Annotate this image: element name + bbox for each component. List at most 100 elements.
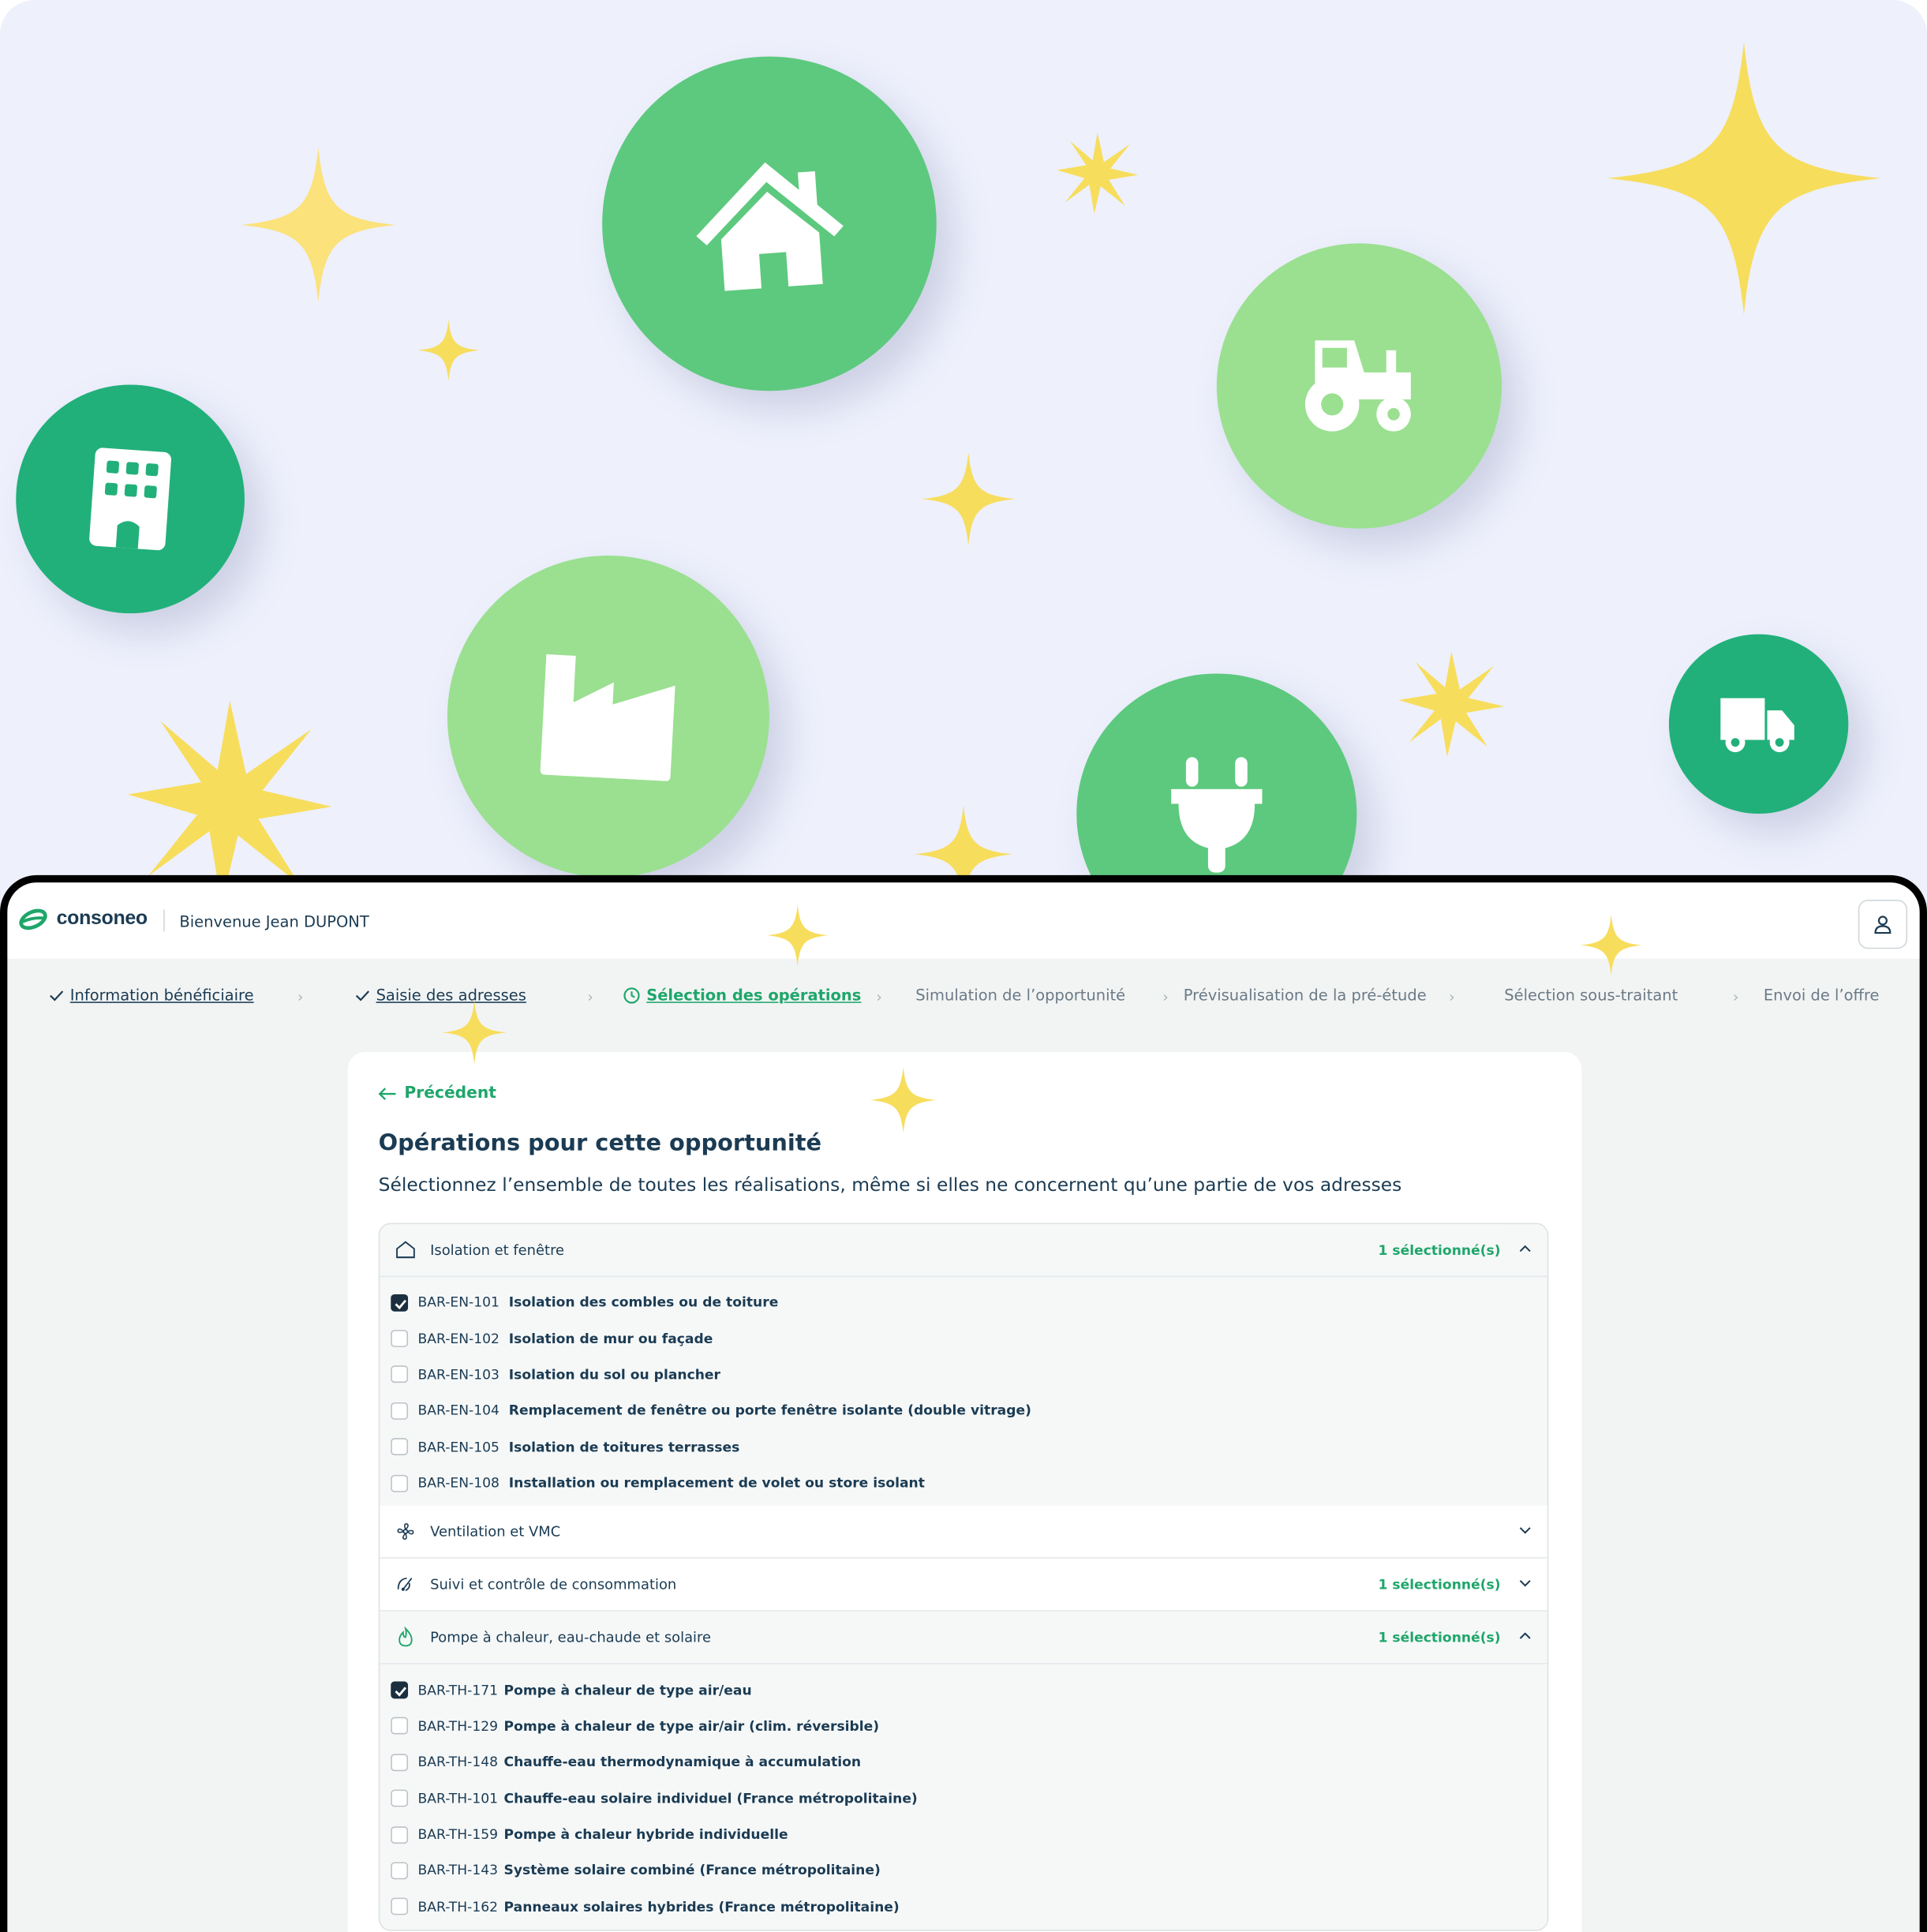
- section-operations: BAR-EN-101 Isolation des combles ou de to…: [380, 1277, 1547, 1506]
- page-title: Opérations pour cette opportunité: [378, 1130, 822, 1157]
- operation-code: BAR-TH-159: [417, 1826, 499, 1843]
- section-title: Pompe à chaleur, eau-chaude et solaire: [430, 1629, 712, 1646]
- section-header-suivi[interactable]: Suivi et contrôle de consommation 1 séle…: [380, 1559, 1547, 1612]
- consoneo-logo-icon: [19, 908, 47, 930]
- house-bubble: [602, 56, 937, 391]
- stepper: Information bénéficiaire › Saisie des ad…: [7, 986, 1919, 1013]
- clock-icon: [623, 987, 640, 1003]
- gauge-icon: [397, 1578, 413, 1592]
- operation-checkbox[interactable]: [391, 1438, 409, 1456]
- operation-checkbox[interactable]: [391, 1825, 409, 1844]
- operation-row[interactable]: BAR-EN-108 Installation ou remplacement d…: [380, 1465, 1547, 1501]
- chevron-up-icon: [1519, 1632, 1531, 1640]
- sparkle-icon: [870, 1066, 937, 1133]
- chevron-right-icon: ›: [876, 988, 882, 1005]
- operation-label: Remplacement de fenêtre ou porte fenêtre…: [508, 1402, 1031, 1419]
- step-information-beneficiaire[interactable]: Information bénéficiaire: [49, 986, 254, 1004]
- plug-icon: [1171, 757, 1263, 873]
- operation-label: Chauffe-eau thermodynamique à accumulati…: [503, 1754, 862, 1771]
- step-selection-operations[interactable]: Sélection des opérations: [623, 986, 862, 1005]
- tractor-icon: [1304, 340, 1411, 432]
- user-icon: [1874, 915, 1891, 934]
- section-title: Ventilation et VMC: [430, 1523, 561, 1541]
- operation-checkbox[interactable]: [391, 1365, 409, 1383]
- chevron-right-icon: ›: [297, 988, 304, 1005]
- truck-icon: [1720, 698, 1794, 753]
- operation-label: Installation ou remplacement de volet ou…: [508, 1475, 925, 1492]
- operation-row[interactable]: BAR-TH-129 Pompe à chaleur de type air/ai…: [380, 1708, 1547, 1744]
- app-window: consoneo Bienvenue Jean DUPONT Informati…: [0, 874, 1927, 1932]
- operation-code: BAR-EN-101: [417, 1294, 500, 1311]
- operation-code: BAR-TH-143: [417, 1863, 499, 1879]
- operation-row[interactable]: BAR-TH-148 Chauffe-eau thermodynamique à …: [380, 1744, 1547, 1780]
- operation-label: Panneaux solaires hybrides (France métro…: [503, 1898, 900, 1915]
- operation-row[interactable]: BAR-TH-171 Pompe à chaleur de type air/ea…: [380, 1672, 1547, 1709]
- arrow-left-icon: [378, 1087, 396, 1100]
- sparkle-icon: [417, 319, 480, 381]
- section-count-badge: 1 sélectionné(s): [1378, 1629, 1501, 1646]
- operation-checkbox[interactable]: [391, 1294, 409, 1312]
- check-icon: [395, 1687, 407, 1697]
- section-header-pompe[interactable]: Pompe à chaleur, eau-chaude et solaire 1…: [380, 1612, 1547, 1665]
- operation-label: Pompe à chaleur de type air/air (clim. r…: [503, 1718, 880, 1735]
- check-icon: [50, 990, 64, 1001]
- logo[interactable]: consoneo: [17, 907, 148, 931]
- chevron-right-icon: ›: [587, 988, 593, 1005]
- operation-checkbox[interactable]: [391, 1681, 409, 1699]
- sparkle-icon: [241, 147, 396, 303]
- operation-row[interactable]: BAR-TH-101 Chauffe-eau solaire individuel…: [380, 1780, 1547, 1817]
- operation-code: BAR-TH-162: [417, 1898, 499, 1915]
- back-label: Précédent: [404, 1084, 496, 1103]
- operation-code: BAR-TH-129: [417, 1718, 499, 1735]
- check-icon: [355, 990, 370, 1001]
- user-menu-button[interactable]: [1858, 900, 1908, 949]
- section-count-badge: 1 sélectionné(s): [1378, 1576, 1501, 1593]
- sparkle-icon: [442, 1000, 507, 1065]
- sparkle-icon: [766, 904, 829, 967]
- operation-checkbox[interactable]: [391, 1754, 409, 1771]
- operation-label: Isolation de mur ou façade: [508, 1331, 713, 1347]
- operation-checkbox[interactable]: [391, 1474, 409, 1492]
- operation-checkbox[interactable]: [391, 1789, 409, 1807]
- operation-label: Isolation du sol ou plancher: [508, 1366, 721, 1383]
- operation-label: Système solaire combiné (France métropol…: [503, 1863, 881, 1879]
- operation-code: BAR-EN-108: [417, 1475, 500, 1492]
- operation-row[interactable]: BAR-TH-162 Panneaux solaires hybrides (Fr…: [380, 1889, 1547, 1925]
- step-label: Sélection sous-traitant: [1504, 986, 1678, 1005]
- flame-icon: [398, 1627, 413, 1647]
- section-header-ventilation[interactable]: Ventilation et VMC: [380, 1506, 1547, 1559]
- step-envoi-offre[interactable]: Envoi de l’offre: [1764, 986, 1880, 1004]
- factory-bubble: [447, 555, 769, 878]
- operation-code: BAR-TH-171: [417, 1682, 499, 1698]
- step-sous-traitant[interactable]: Sélection sous-traitant: [1504, 986, 1678, 1004]
- truck-bubble: [1668, 634, 1849, 814]
- section-count-badge: 1 sélectionné(s): [1378, 1241, 1501, 1258]
- section-header-isolation[interactable]: Isolation et fenêtre 1 sélectionné(s): [380, 1224, 1547, 1278]
- operation-row[interactable]: BAR-EN-103 Isolation du sol ou plancher: [380, 1357, 1547, 1393]
- step-label: Sélection des opérations: [646, 986, 862, 1005]
- operation-row[interactable]: BAR-EN-104 Remplacement de fenêtre ou por…: [380, 1393, 1547, 1429]
- burst-icon: [1057, 133, 1139, 214]
- section-title: Isolation et fenêtre: [430, 1241, 565, 1259]
- building-bubble: [16, 384, 245, 614]
- building-icon: [89, 447, 171, 551]
- step-simulation[interactable]: Simulation de l’opportunité: [915, 986, 1125, 1004]
- operation-checkbox[interactable]: [391, 1862, 409, 1880]
- back-link[interactable]: Précédent: [377, 1084, 496, 1103]
- section-operations: BAR-TH-171 Pompe à chaleur de type air/ea…: [380, 1664, 1547, 1930]
- operation-row[interactable]: BAR-EN-102 Isolation de mur ou façade: [380, 1320, 1547, 1357]
- operation-row[interactable]: BAR-TH-159 Pompe à chaleur hybride indivi…: [380, 1817, 1547, 1853]
- operation-checkbox[interactable]: [391, 1402, 409, 1420]
- chevron-up-icon: [1519, 1245, 1531, 1252]
- chevron-down-icon: [1519, 1580, 1531, 1588]
- chevron-right-icon: ›: [1732, 988, 1739, 1005]
- operation-row[interactable]: BAR-TH-143 Système solaire combiné (Franc…: [380, 1852, 1547, 1889]
- check-icon: [395, 1299, 407, 1309]
- operation-label: Chauffe-eau solaire individuel (France m…: [503, 1790, 918, 1807]
- operation-checkbox[interactable]: [391, 1898, 409, 1916]
- operation-row[interactable]: BAR-EN-101 Isolation des combles ou de to…: [380, 1284, 1547, 1320]
- operation-row[interactable]: BAR-EN-105 Isolation de toitures terrasse…: [380, 1429, 1547, 1466]
- step-previsualisation[interactable]: Prévisualisation de la pré-étude: [1184, 986, 1427, 1004]
- operation-checkbox[interactable]: [391, 1330, 409, 1348]
- operation-checkbox[interactable]: [391, 1717, 409, 1735]
